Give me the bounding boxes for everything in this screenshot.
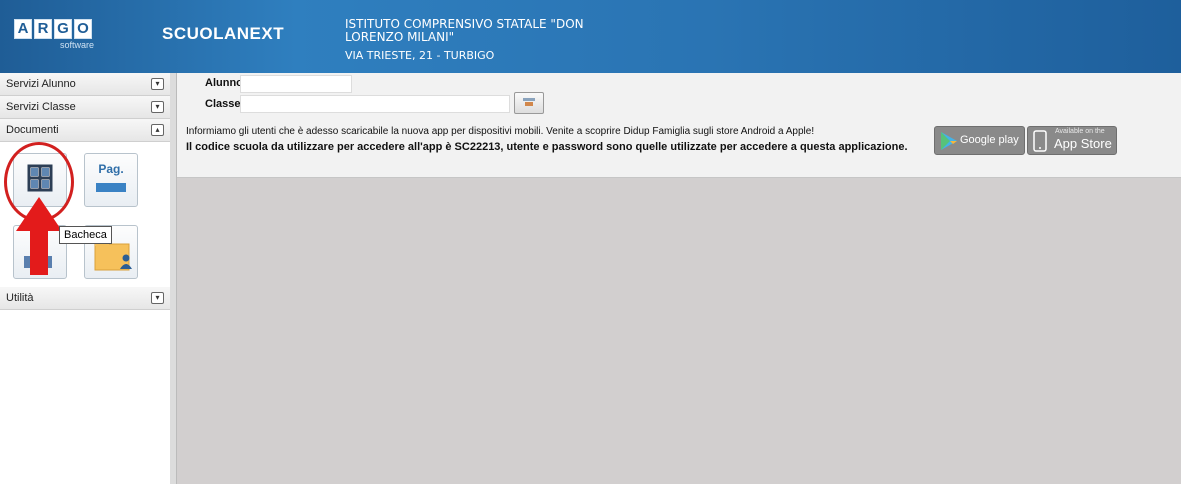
- argo-logo: A R G O: [14, 19, 94, 39]
- expand-icon[interactable]: ▾: [151, 292, 164, 304]
- logo-letter: O: [74, 19, 92, 39]
- pag-icon: [96, 183, 126, 192]
- main-content-area: [177, 178, 1181, 484]
- alunno-field[interactable]: [240, 75, 352, 93]
- google-play-badge[interactable]: Google play: [934, 126, 1025, 155]
- apple-device-icon: [1033, 130, 1047, 152]
- collapse-icon[interactable]: ▴: [151, 124, 164, 136]
- app-header: A R G O software SCUOLANEXT ISTITUTO COM…: [0, 0, 1181, 73]
- bacheca-tooltip: Bacheca: [59, 226, 112, 244]
- sidebar-splitter[interactable]: [170, 73, 177, 484]
- pag-tile[interactable]: Pag.: [84, 153, 138, 207]
- app-store-small: Available on the: [1055, 128, 1105, 135]
- section-label: Servizi Classe: [6, 101, 76, 113]
- brand-title: SCUOLANEXT: [162, 24, 285, 43]
- sidebar-section-servizi-classe[interactable]: Servizi Classe ▾: [0, 96, 170, 119]
- section-label: Servizi Alunno: [6, 78, 76, 90]
- sidebar-section-servizi-alunno[interactable]: Servizi Alunno ▾: [0, 73, 170, 96]
- school-address: VIA TRIESTE, 21 - TURBIGO: [345, 49, 495, 62]
- google-play-icon: [941, 132, 957, 150]
- app-store-badge[interactable]: Available on the App Store: [1027, 126, 1117, 155]
- logo-subtitle: software: [60, 40, 95, 50]
- app-store-label: App Store: [1054, 136, 1112, 151]
- google-play-label: Google play: [960, 134, 1019, 146]
- info-code-message: Il codice scuola da utilizzare per acced…: [186, 141, 908, 153]
- expand-icon[interactable]: ▾: [151, 78, 164, 90]
- sidebar-section-documenti[interactable]: Documenti ▴: [0, 119, 170, 142]
- info-message: Informiamo gli utenti che è adesso scari…: [186, 126, 815, 137]
- expand-icon[interactable]: ▾: [151, 101, 164, 113]
- section-label: Documenti: [6, 124, 59, 136]
- classe-field[interactable]: [240, 95, 510, 113]
- picker-icon: [523, 98, 535, 106]
- logo-letter: G: [54, 19, 72, 39]
- class-picker-button[interactable]: [514, 92, 544, 114]
- classe-label: Classe:: [205, 98, 245, 110]
- section-label: Utilità: [6, 292, 34, 304]
- logo-letter: A: [14, 19, 32, 39]
- logo-letter: R: [34, 19, 52, 39]
- annotation-arrow-icon: [16, 197, 62, 275]
- sidebar-section-utilita[interactable]: Utilità ▾: [0, 287, 170, 310]
- school-name: ISTITUTO COMPRENSIVO STATALE "DON LORENZ…: [345, 17, 584, 44]
